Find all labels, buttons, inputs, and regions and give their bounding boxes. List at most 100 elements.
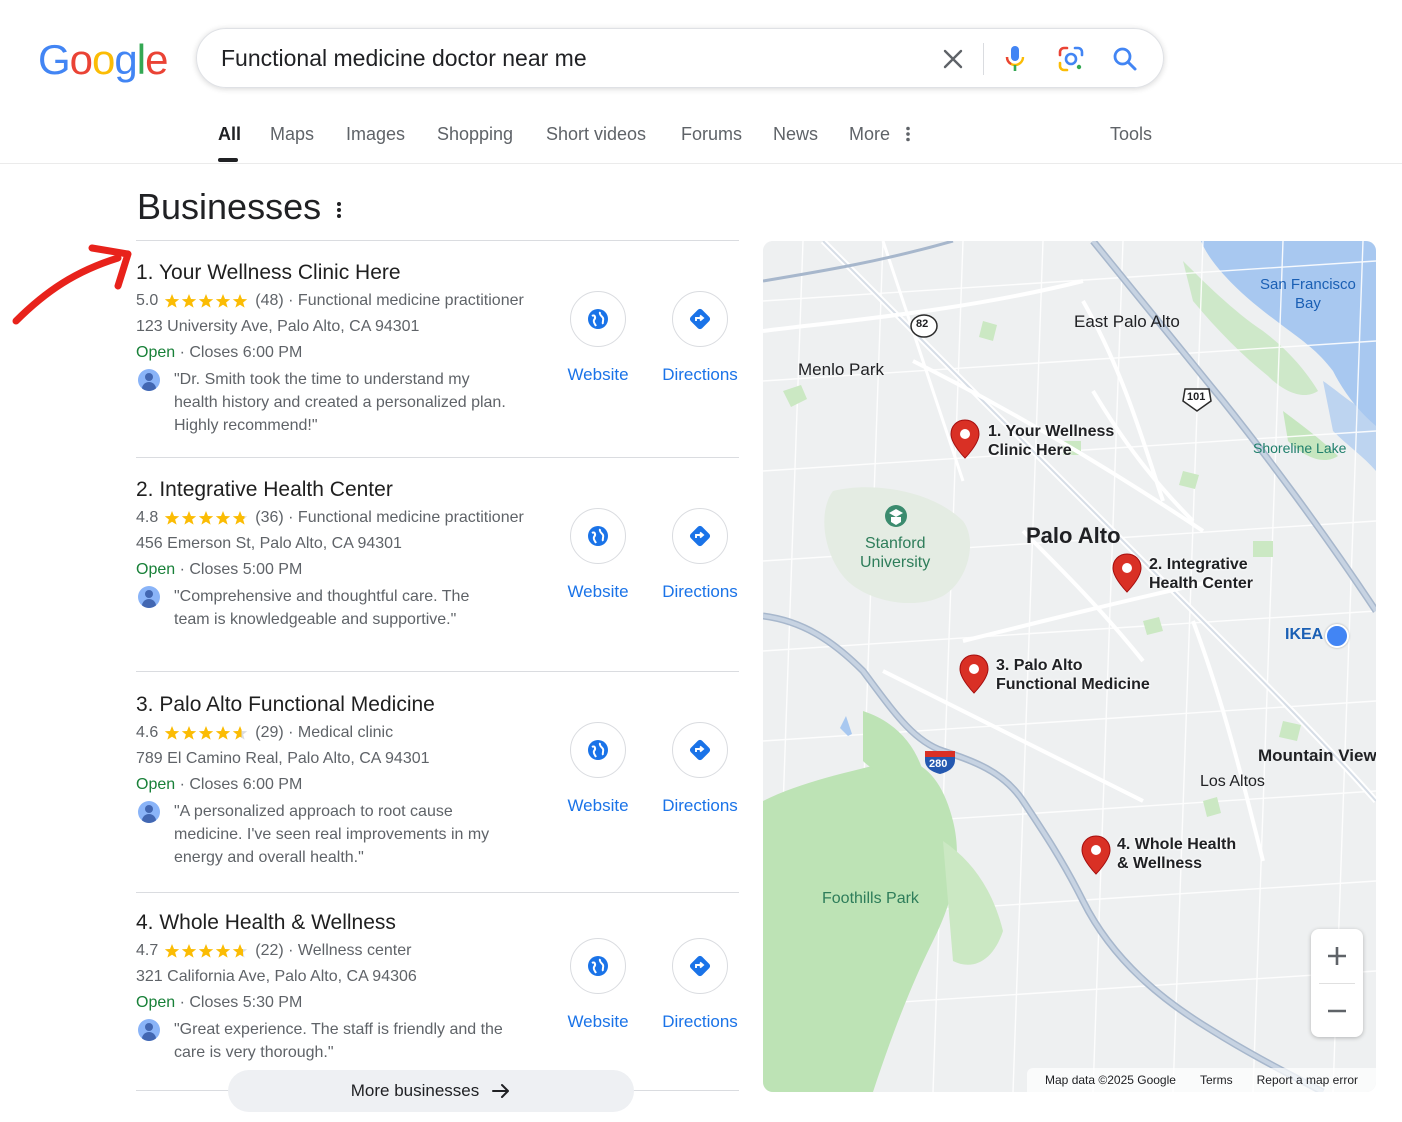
search-icon[interactable] <box>1109 43 1141 75</box>
directions-label: Directions <box>662 582 738 601</box>
map-label-palo-alto[interactable]: Palo Alto <box>1026 523 1121 549</box>
map-pin-icon[interactable] <box>1081 835 1111 875</box>
map-attribution: Map data ©2025 Google Terms Report a map… <box>1027 1068 1376 1092</box>
website-button[interactable]: Website <box>548 291 648 385</box>
business-name[interactable]: 2. Integrative Health Center <box>136 475 739 505</box>
more-businesses-label: More businesses <box>350 1081 480 1100</box>
star-rating <box>164 725 249 741</box>
google-logo[interactable]: Google <box>38 36 168 84</box>
website-globe-icon <box>570 722 626 778</box>
star-icon <box>233 511 248 525</box>
star-icon <box>165 294 180 308</box>
logo-letter: g <box>114 36 137 83</box>
business-listing[interactable]: 3. Palo Alto Functional Medicine 4.6 (29… <box>136 690 739 869</box>
map-label-los-altos[interactable]: Los Altos <box>1200 773 1265 791</box>
tab-more[interactable]: More <box>849 124 911 145</box>
directions-button[interactable]: Directions <box>650 938 750 1032</box>
directions-button[interactable]: Directions <box>650 291 750 385</box>
directions-icon <box>672 722 728 778</box>
shopping-bag-icon[interactable] <box>1325 624 1349 648</box>
business-name[interactable]: 1. Your Wellness Clinic Here <box>136 258 739 288</box>
tools-button[interactable]: Tools <box>1110 124 1152 145</box>
tab-short-videos[interactable]: Short videos <box>546 124 646 145</box>
website-button[interactable]: Website <box>548 722 648 816</box>
star-icon <box>165 511 180 525</box>
review-count[interactable]: (48) <box>255 288 283 314</box>
clear-icon[interactable] <box>937 43 969 75</box>
report-map-error-link[interactable]: Report a map error <box>1257 1073 1358 1087</box>
review-text: "Great experience. The staff is friendly… <box>174 1021 503 1061</box>
lens-icon[interactable] <box>1055 43 1087 75</box>
map-pin-icon[interactable] <box>950 419 980 459</box>
review-text: "Comprehensive and thoughtful care. The … <box>174 588 470 628</box>
star-icon <box>182 726 197 740</box>
directions-button[interactable]: Directions <box>650 508 750 602</box>
business-listing[interactable]: 2. Integrative Health Center 4.8 (36) · … <box>136 475 739 631</box>
directions-button[interactable]: Directions <box>650 722 750 816</box>
review-count[interactable]: (36) <box>255 505 283 531</box>
website-button[interactable]: Website <box>548 938 648 1032</box>
star-icon <box>216 726 231 740</box>
website-globe-icon <box>570 938 626 994</box>
more-businesses-button[interactable]: More businesses <box>228 1070 634 1112</box>
pin-label-line: 3. Palo Alto <box>996 657 1083 674</box>
map-label-menlo-park[interactable]: Menlo Park <box>798 360 884 380</box>
pin-label[interactable]: 3. Palo Alto Functional Medicine <box>996 656 1150 694</box>
search-input[interactable] <box>221 43 921 73</box>
annotation-arrow-icon <box>12 244 132 325</box>
pin-label[interactable]: 2. Integrative Health Center <box>1149 555 1253 593</box>
pin-label-line: Functional Medicine <box>996 676 1150 693</box>
tab-all[interactable]: All <box>218 124 241 145</box>
review-text: "Dr. Smith took the time to understand m… <box>174 371 506 434</box>
i280-shield: 280 <box>929 758 948 770</box>
business-category: · Functional medicine practitioner <box>288 509 524 526</box>
business-name[interactable]: 4. Whole Health & Wellness <box>136 908 739 938</box>
map-label-mountain-view[interactable]: Mountain View <box>1258 746 1376 766</box>
list-divider <box>136 457 739 458</box>
business-listing[interactable]: 1. Your Wellness Clinic Here 5.0 (48) · … <box>136 258 739 437</box>
map-pin-icon[interactable] <box>959 654 989 694</box>
tab-news[interactable]: News <box>773 124 818 145</box>
pin-label[interactable]: 1. Your Wellness Clinic Here <box>988 422 1114 460</box>
review-snippet: "Great experience. The staff is friendly… <box>136 1018 506 1064</box>
map-label-shoreline-lake[interactable]: Shoreline Lake <box>1253 440 1346 456</box>
map-label-stanford: University <box>860 554 931 571</box>
website-globe-icon <box>570 291 626 347</box>
business-address: 456 Emerson St, Palo Alto, CA 94301 <box>136 535 402 552</box>
microphone-icon[interactable] <box>999 43 1031 75</box>
tab-forums[interactable]: Forums <box>681 124 742 145</box>
website-label: Website <box>567 582 629 601</box>
directions-icon <box>672 938 728 994</box>
business-name[interactable]: 3. Palo Alto Functional Medicine <box>136 690 739 720</box>
business-hours: Open · Closes 5:30 PM <box>136 990 739 1016</box>
review-text: "A personalized approach to root cause m… <box>174 803 490 866</box>
review-count[interactable]: (29) <box>255 720 283 746</box>
us101-shield: 101 <box>1187 391 1206 403</box>
businesses-menu-icon[interactable] <box>332 200 346 220</box>
directions-label: Directions <box>662 796 738 815</box>
review-count[interactable]: (22) <box>255 938 283 964</box>
map-pin-icon[interactable] <box>1112 553 1142 593</box>
reviewer-avatar-icon <box>138 369 160 391</box>
open-status: Open <box>136 344 176 361</box>
star-rating <box>164 510 249 526</box>
zoom-in-button[interactable] <box>1311 929 1363 983</box>
list-divider <box>136 892 739 893</box>
zoom-out-button[interactable] <box>1311 984 1363 1038</box>
directions-label: Directions <box>662 1012 738 1031</box>
map-label-stanford[interactable]: Stanford <box>865 535 925 553</box>
closing-time: · Closes 5:30 PM <box>179 994 303 1011</box>
map-label-foothills-park[interactable]: Foothills Park <box>822 890 919 908</box>
map-label-east-palo-alto[interactable]: East Palo Alto <box>1074 312 1180 332</box>
tab-shopping[interactable]: Shopping <box>437 124 513 145</box>
tab-maps[interactable]: Maps <box>270 124 314 145</box>
tab-images[interactable]: Images <box>346 124 405 145</box>
business-hours: Open · Closes 5:00 PM <box>136 557 739 583</box>
pin-label[interactable]: 4. Whole Health & Wellness <box>1117 835 1236 873</box>
map-panel[interactable]: 82 101 280 San Francisco Bay East Palo A… <box>763 241 1376 1092</box>
business-hours: Open · Closes 6:00 PM <box>136 772 739 798</box>
map-label-ikea[interactable]: IKEA <box>1285 626 1323 644</box>
business-listing[interactable]: 4. Whole Health & Wellness 4.7 (22) · We… <box>136 908 739 1064</box>
website-button[interactable]: Website <box>548 508 648 602</box>
map-terms-link[interactable]: Terms <box>1200 1073 1233 1087</box>
